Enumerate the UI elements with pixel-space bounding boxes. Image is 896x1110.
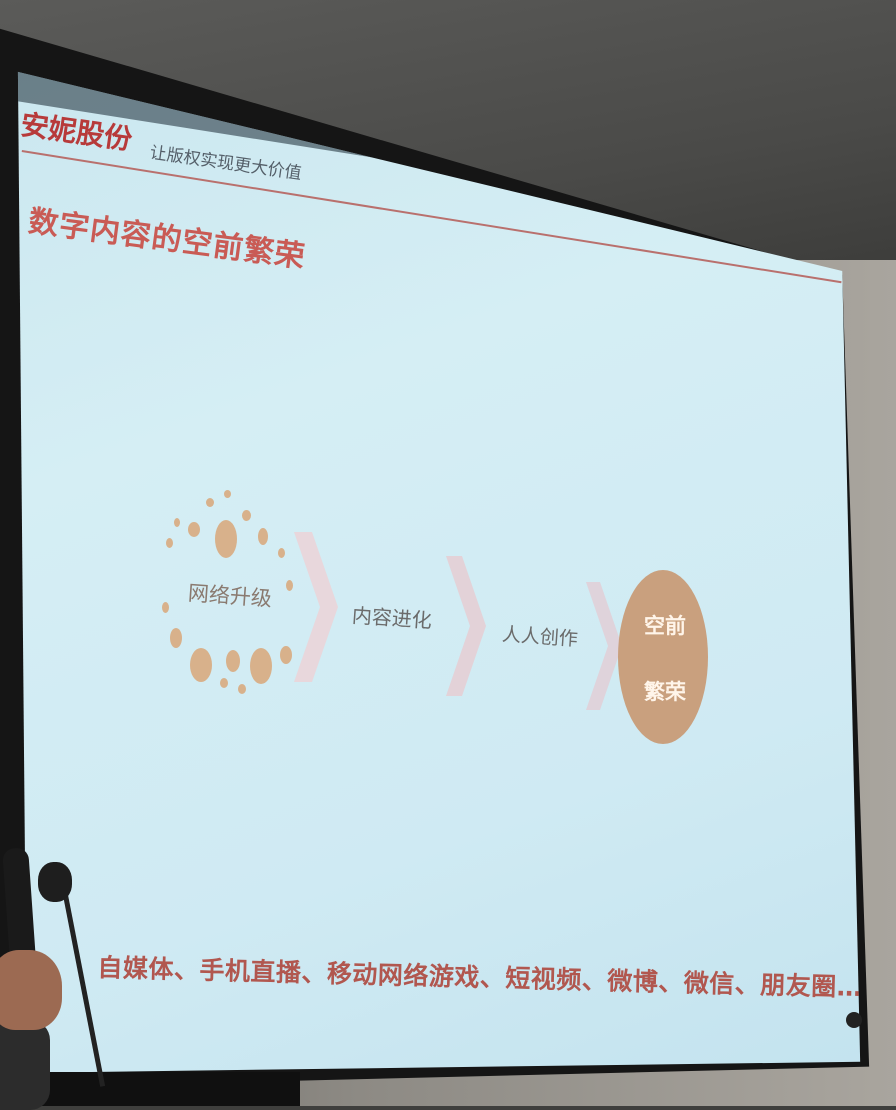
screen-knob <box>846 1012 862 1028</box>
final-result-line1: 空前 <box>644 614 686 638</box>
chevron-right-icon <box>446 556 486 696</box>
chevron-right-icon <box>586 582 622 710</box>
chevron-right-icon <box>294 532 338 682</box>
presenter-sleeve <box>0 1020 50 1110</box>
step-network-upgrade: 网络升级 <box>187 581 273 611</box>
microphone-icon <box>38 862 72 902</box>
slide-title: 数字内容的空前繁荣 <box>26 203 308 276</box>
step-content-evolution: 内容进化 <box>351 603 433 633</box>
presenter-hand <box>0 950 62 1030</box>
company-slogan: 让版权实现更大价值 <box>148 142 303 185</box>
final-result-line2: 繁荣 <box>644 680 686 704</box>
examples-text: 自媒体、手机直播、移动网络游戏、短视频、微博、微信、朋友圈…… <box>97 952 889 1003</box>
final-result-circle <box>618 570 708 744</box>
step-everyone-creates: 人人创作 <box>501 623 579 651</box>
